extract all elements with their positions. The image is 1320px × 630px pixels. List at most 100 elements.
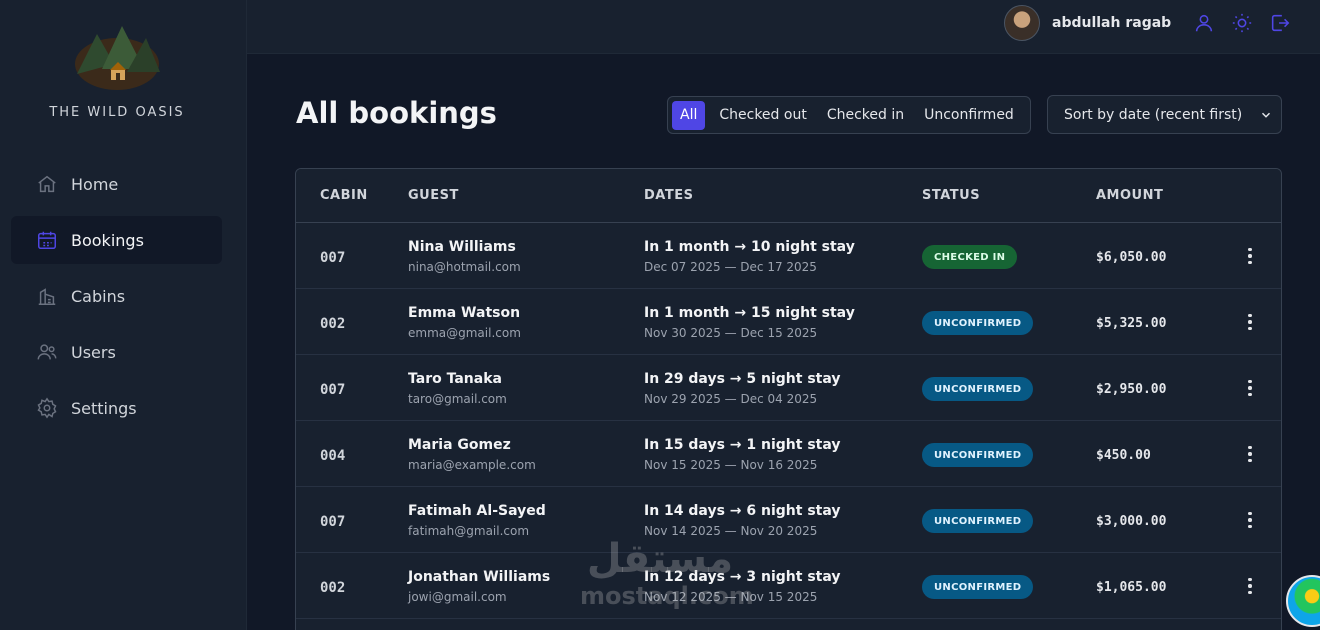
amount: $1,065.00 — [1096, 580, 1167, 595]
row-menu-button[interactable] — [1240, 443, 1260, 465]
nav-item-settings[interactable]: Settings — [11, 384, 222, 432]
stay-summary: In 15 days → 1 night stay — [644, 437, 841, 453]
stay-summary: In 14 days → 6 night stay — [644, 503, 841, 519]
floating-badge[interactable] — [1286, 575, 1320, 627]
logout-icon[interactable] — [1269, 12, 1291, 34]
nav-label: Settings — [71, 398, 137, 418]
guest-name: Jonathan Williams — [408, 569, 551, 585]
status-badge: CHECKED IN — [922, 245, 1018, 269]
date-range: Nov 15 2025 — Nov 16 2025 — [644, 458, 818, 472]
calendar-icon — [36, 229, 58, 251]
user-icon[interactable] — [1193, 12, 1215, 34]
status-badge: UNCONFIRMED — [922, 443, 1034, 467]
guest-email: emma@gmail.com — [408, 326, 521, 340]
row-menu-button[interactable] — [1240, 575, 1260, 597]
username: abdullah ragab — [1052, 15, 1172, 31]
guest-email: nina@hotmail.com — [408, 260, 521, 274]
column-header-amount: AMOUNT — [1096, 188, 1164, 203]
status-badge: UNCONFIRMED — [922, 311, 1034, 335]
column-header-guest: GUEST — [408, 188, 459, 203]
guest-name: Nina Williams — [408, 239, 516, 255]
table-row[interactable]: 007 Fatimah Al-Sayed fatimah@gmail.com I… — [296, 487, 1281, 553]
settings-icon — [36, 397, 58, 419]
amount: $2,950.00 — [1096, 382, 1167, 397]
sort-select[interactable]: Sort by date (recent first) — [1047, 95, 1282, 134]
date-range: Dec 07 2025 — Dec 17 2025 — [644, 260, 817, 274]
dates-cell: In 14 days → 6 night stay Nov 14 2025 — … — [644, 503, 841, 538]
guest-name: Fatimah Al-Sayed — [408, 503, 546, 519]
guest-cell: Taro Tanaka taro@gmail.com — [408, 371, 507, 406]
nav-item-users[interactable]: Users — [11, 328, 222, 376]
guest-cell: Jonathan Williams jowi@gmail.com — [408, 569, 550, 604]
column-header-cabin: CABIN — [320, 188, 368, 203]
filter-all[interactable]: All — [672, 100, 706, 130]
filter-unconfirmed[interactable]: Unconfirmed — [918, 101, 1020, 130]
table-row[interactable]: 007 Nina Williams nina@hotmail.com In 1 … — [296, 223, 1281, 289]
row-menu-button[interactable] — [1240, 377, 1260, 399]
nav-label: Home — [71, 174, 119, 194]
table-header: CABIN GUEST DATES STATUS AMOUNT — [296, 169, 1281, 223]
guest-email: maria@example.com — [408, 458, 536, 472]
amount: $6,050.00 — [1096, 250, 1167, 265]
brand-name: THE WILD OASIS — [49, 105, 185, 120]
date-range: Nov 14 2025 — Nov 20 2025 — [644, 524, 818, 538]
column-header-dates: DATES — [644, 188, 694, 203]
dates-cell: In 1 month → 10 night stay Dec 07 2025 —… — [644, 239, 855, 274]
brand-logo[interactable] — [72, 24, 162, 90]
sidebar: THE WILD OASIS Home Bookings Cabins User… — [0, 0, 247, 630]
stay-summary: In 12 days → 3 night stay — [644, 569, 841, 585]
stay-summary: In 1 month → 15 night stay — [644, 305, 855, 321]
guest-email: fatimah@gmail.com — [408, 524, 530, 538]
row-menu-button[interactable] — [1240, 311, 1260, 333]
home-icon — [36, 173, 58, 195]
date-range: Nov 30 2025 — Dec 15 2025 — [644, 326, 818, 340]
date-range: Nov 12 2025 — Nov 15 2025 — [644, 590, 818, 604]
bookings-table: CABIN GUEST DATES STATUS AMOUNT 007 Nina… — [295, 168, 1282, 630]
nav-item-home[interactable]: Home — [11, 160, 222, 208]
guest-name: Taro Tanaka — [408, 371, 502, 387]
table-row[interactable]: 002 Emma Watson emma@gmail.com In 1 mont… — [296, 289, 1281, 355]
dates-cell: In 29 days → 5 night stay Nov 29 2025 — … — [644, 371, 841, 406]
top-header: abdullah ragab — [247, 0, 1320, 54]
guest-email: taro@gmail.com — [408, 392, 507, 406]
status-badge: UNCONFIRMED — [922, 509, 1034, 533]
guest-cell: Fatimah Al-Sayed fatimah@gmail.com — [408, 503, 546, 538]
date-range: Nov 29 2025 — Dec 04 2025 — [644, 392, 818, 406]
table-row[interactable]: 002 Jonathan Williams jowi@gmail.com In … — [296, 553, 1281, 619]
stay-summary: In 29 days → 5 night stay — [644, 371, 841, 387]
cabins-icon — [36, 285, 58, 307]
status-filter: All Checked out Checked in Unconfirmed — [667, 96, 1031, 134]
page-title: All bookings — [296, 96, 497, 130]
table-row[interactable]: 004 Maria Gomez maria@example.com In 15 … — [296, 421, 1281, 487]
cabin-number: 002 — [320, 580, 346, 596]
nav-item-bookings[interactable]: Bookings — [11, 216, 222, 264]
dates-cell: In 15 days → 1 night stay Nov 15 2025 — … — [644, 437, 841, 472]
guest-email: jowi@gmail.com — [408, 590, 507, 604]
dates-cell: In 12 days → 3 night stay Nov 12 2025 — … — [644, 569, 841, 604]
users-icon — [36, 341, 58, 363]
cabin-number: 002 — [320, 316, 346, 332]
guest-cell: Emma Watson emma@gmail.com — [408, 305, 521, 340]
amount: $450.00 — [1096, 448, 1151, 463]
row-menu-button[interactable] — [1240, 509, 1260, 531]
sort-select-value: Sort by date (recent first) — [1064, 106, 1243, 123]
row-menu-button[interactable] — [1240, 245, 1260, 267]
cabin-number: 004 — [320, 448, 346, 464]
dates-cell: In 1 month → 15 night stay Nov 30 2025 —… — [644, 305, 855, 340]
filter-checked-in[interactable]: Checked in — [821, 101, 910, 130]
guest-cell: Nina Williams nina@hotmail.com — [408, 239, 521, 274]
avatar[interactable] — [1004, 5, 1040, 41]
guest-name: Emma Watson — [408, 305, 521, 321]
cabin-number: 007 — [320, 514, 346, 530]
guest-cell: Maria Gomez maria@example.com — [408, 437, 536, 472]
table-row[interactable]: 007 Taro Tanaka taro@gmail.com In 29 day… — [296, 355, 1281, 421]
status-badge: UNCONFIRMED — [922, 377, 1034, 401]
filter-checked-out[interactable]: Checked out — [713, 101, 812, 130]
amount: $3,000.00 — [1096, 514, 1167, 529]
nav-item-cabins[interactable]: Cabins — [11, 272, 222, 320]
chevron-down-icon — [1259, 108, 1273, 126]
sun-icon[interactable] — [1231, 12, 1253, 34]
nav-label: Cabins — [71, 286, 126, 306]
guest-name: Maria Gomez — [408, 437, 511, 453]
column-header-status: STATUS — [922, 188, 981, 203]
